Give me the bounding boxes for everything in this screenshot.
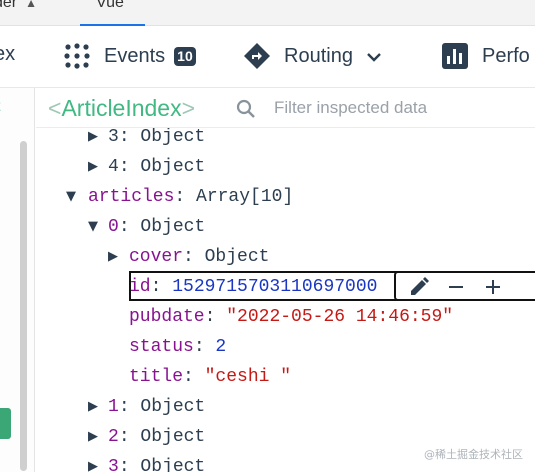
list-item[interactable]: ▶ cover: Object — [36, 242, 535, 272]
tab-events[interactable]: Events 10 — [64, 43, 196, 69]
performance-icon — [442, 43, 468, 69]
browser-tab-strip: der ▲ Vue — [0, 0, 535, 26]
tab-routing-label: Routing — [284, 44, 353, 67]
tab-routing[interactable]: Routing — [244, 43, 381, 69]
collapse-arrow-icon[interactable]: ▼ — [66, 182, 80, 212]
expand-arrow-icon[interactable]: ▶ — [88, 128, 102, 152]
tab-previous[interactable]: der ▲ — [0, 0, 37, 12]
tab-events-label: Events — [104, 44, 166, 67]
tab-previous-label: der — [0, 0, 18, 11]
filter-input[interactable] — [274, 98, 514, 118]
minus-icon[interactable] — [445, 276, 467, 298]
tab-performance-label: Perfo — [482, 44, 530, 67]
list-item[interactable]: title: "ceshi " — [36, 362, 535, 392]
list-item[interactable]: pubdate: "2022-05-26 14:46:59" — [36, 302, 535, 332]
tab-performance[interactable]: Perfo — [442, 43, 530, 69]
inspected-data-tree: ▶ 3: Object ▶ 4: Object ▼ articles: Arra… — [36, 128, 535, 472]
component-title-name: ArticleIndex — [61, 95, 182, 121]
search-icon — [236, 99, 256, 119]
tab-vue[interactable]: Vue — [96, 0, 124, 12]
selected-field-outline — [129, 271, 399, 301]
routing-icon — [244, 43, 270, 69]
expand-arrow-icon[interactable]: ▶ — [88, 152, 102, 182]
scrollbar[interactable] — [20, 141, 27, 471]
component-title-close: > — [181, 95, 196, 121]
expand-arrow-icon[interactable]: ▶ — [88, 392, 102, 422]
chevron-down-icon[interactable] — [367, 45, 381, 68]
events-count-badge: 10 — [174, 46, 196, 66]
devtools-toolbar: ex Events 10 Routing — [0, 26, 535, 88]
list-item[interactable]: ▶ 1: Object — [36, 392, 535, 422]
tab-components[interactable]: ex — [0, 43, 15, 66]
expand-arrow-icon[interactable]: ▶ — [108, 242, 122, 272]
component-tree-pane: t — [0, 88, 35, 472]
tab-components-label: ex — [0, 43, 16, 65]
edit-icon[interactable] — [408, 276, 430, 298]
expand-arrow-icon[interactable]: ▶ — [88, 422, 102, 452]
expand-arrow-icon[interactable]: ▶ — [88, 452, 102, 472]
user-icon: ▲ — [25, 0, 38, 10]
list-item[interactable]: ▶ 3: Object — [36, 128, 535, 152]
component-title-open: < — [48, 95, 62, 121]
edit-toolbar — [394, 271, 535, 301]
list-item[interactable]: ▼ articles: Array[10] — [36, 182, 535, 212]
events-icon — [64, 43, 90, 69]
list-item[interactable]: ▶ 4: Object — [36, 152, 535, 182]
list-item[interactable]: status: 2 — [36, 332, 535, 362]
inspector-header: <ArticleIndex> — [36, 88, 535, 128]
watermark: @稀土掘金技术社区 — [424, 448, 523, 461]
selected-marker — [0, 408, 11, 439]
list-item[interactable]: ▼ 0: Object — [36, 212, 535, 242]
plus-icon[interactable] — [482, 276, 504, 298]
component-title: <ArticleIndex> — [48, 95, 195, 122]
collapse-arrow-icon[interactable]: ▼ — [88, 212, 102, 242]
